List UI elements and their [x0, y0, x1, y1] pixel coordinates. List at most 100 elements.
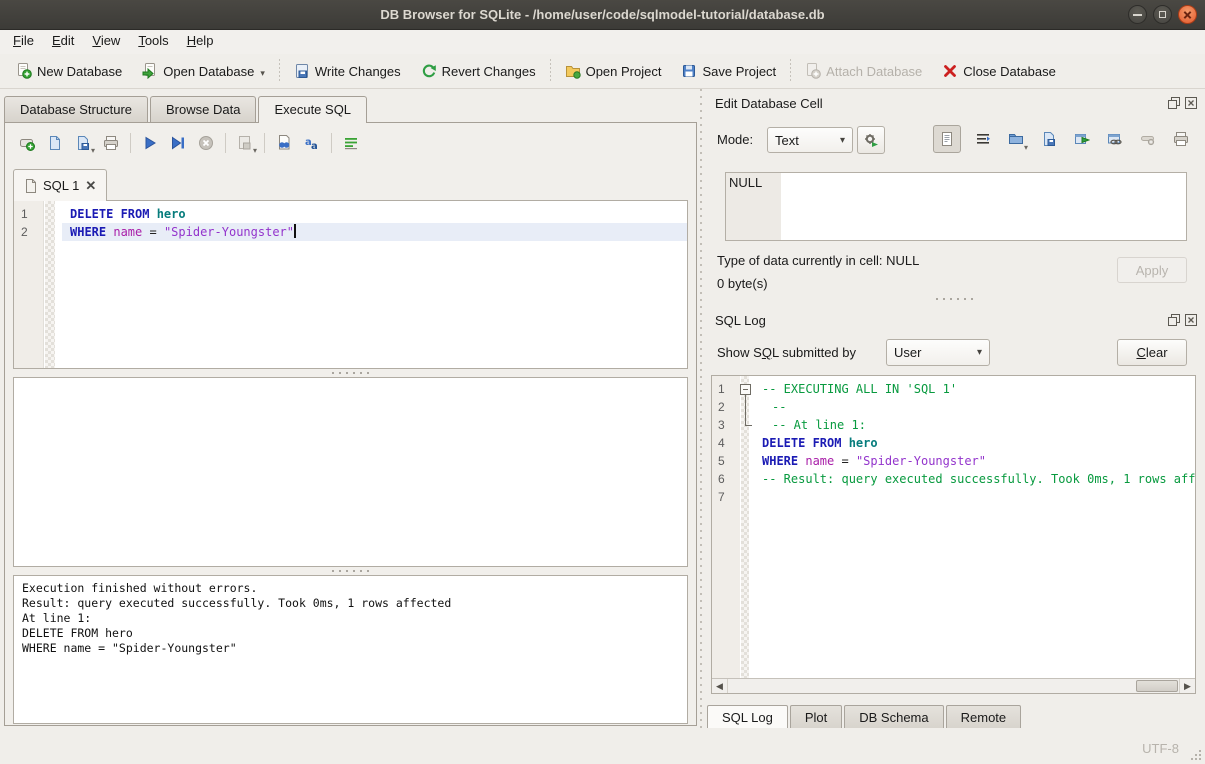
menubar: File Edit View Tools Help: [0, 30, 1205, 54]
execute-all-button[interactable]: [136, 130, 164, 156]
save-sql-file-button[interactable]: ▾: [69, 130, 97, 156]
edit-cell-title: Edit Database Cell: [715, 96, 823, 111]
new-database-button[interactable]: New Database: [6, 58, 132, 84]
close-panel-icon[interactable]: [1185, 314, 1197, 326]
open-sql-file-button[interactable]: [41, 130, 69, 156]
results-pane[interactable]: [13, 377, 688, 567]
maximize-icon[interactable]: [1153, 5, 1172, 24]
open-project-button[interactable]: Open Project: [555, 58, 672, 84]
close-icon[interactable]: [1178, 5, 1197, 24]
tab-database-structure[interactable]: Database Structure: [4, 96, 148, 122]
menu-edit[interactable]: Edit: [43, 30, 83, 54]
mode-select[interactable]: Text: [767, 127, 853, 153]
menu-tools[interactable]: Tools: [129, 30, 177, 54]
new-tab-icon: [19, 135, 35, 151]
tab-execute-sql[interactable]: Execute SQL: [258, 96, 367, 123]
close-sql-tab-icon[interactable]: [85, 178, 96, 194]
sql-log-title: SQL Log: [715, 313, 766, 328]
import-cell-data-button[interactable]: ▾: [1003, 126, 1029, 152]
print-cell-button[interactable]: [1168, 126, 1194, 152]
print-sql-button[interactable]: [97, 130, 125, 156]
sql-file-icon: [24, 179, 37, 193]
open-project-icon: [565, 63, 581, 79]
scroll-left-icon[interactable]: ◀: [712, 679, 728, 693]
minimize-icon[interactable]: [1128, 5, 1147, 24]
toolbar-separator: [550, 59, 551, 83]
copy-link-button[interactable]: [1102, 126, 1128, 152]
log-filter-label: Show SQL submitted by: [717, 345, 856, 360]
word-wrap-button[interactable]: [337, 130, 365, 156]
new-sql-tab-button[interactable]: [13, 130, 41, 156]
mode-label: Mode:: [717, 132, 753, 147]
toolbar-separator: [225, 133, 226, 153]
sql-editor[interactable]: 1DELETE FROM hero2WHERE name = "Spider-Y…: [13, 200, 688, 369]
editor-results-splitter[interactable]: [13, 370, 688, 376]
toolbar-separator: [790, 59, 791, 83]
find-replace-button[interactable]: [270, 130, 298, 156]
results-messages-splitter[interactable]: [13, 568, 688, 574]
app-window: DB Browser for SQLite - /home/user/code/…: [0, 0, 1205, 764]
attach-database-button: Attach Database: [795, 58, 932, 84]
sql-editor-code[interactable]: 1DELETE FROM hero2WHERE name = "Spider-Y…: [14, 201, 687, 368]
close-database-button[interactable]: Close Database: [932, 58, 1066, 84]
main-toolbar: New Database Open Database ▾ Write Chang…: [0, 54, 1205, 89]
save-project-button[interactable]: Save Project: [671, 58, 786, 84]
dock-splitter[interactable]: [705, 296, 1205, 302]
execution-messages[interactable]: Execution finished without errors.Result…: [13, 575, 688, 724]
menu-help[interactable]: Help: [178, 30, 223, 54]
scroll-right-icon[interactable]: ▶: [1179, 679, 1195, 693]
export-cell-data-button[interactable]: [1036, 126, 1062, 152]
sql-log-view[interactable]: 1-- EXECUTING ALL IN 'SQL 1'2--3-- At li…: [711, 375, 1196, 694]
auto-switch-icon: [863, 132, 879, 148]
titlebar[interactable]: DB Browser for SQLite - /home/user/code/…: [0, 0, 1205, 30]
save-project-icon: [681, 63, 697, 79]
toolbar-separator: [279, 59, 280, 83]
log-horizontal-scrollbar[interactable]: ◀ ▶: [712, 678, 1195, 693]
log-filter-select[interactable]: User: [886, 339, 990, 366]
set-null-button: [1135, 126, 1161, 152]
stop-icon: [198, 135, 214, 151]
clear-log-button[interactable]: Clear: [1117, 339, 1187, 366]
panel-splitter[interactable]: [697, 89, 705, 728]
text-mode-button[interactable]: [933, 125, 961, 153]
auto-format-button[interactable]: aa: [298, 130, 326, 156]
open-database-dropdown-icon[interactable]: ▾: [260, 68, 265, 79]
write-changes-button[interactable]: Write Changes: [284, 58, 411, 84]
scrollbar-thumb[interactable]: [1136, 680, 1178, 692]
toolbar-separator: [264, 133, 265, 153]
statusbar: UTF-8: [0, 728, 1205, 764]
open-database-button[interactable]: Open Database ▾: [132, 58, 275, 84]
open-sql-file-icon: [47, 135, 63, 151]
right-dock: Edit Database Cell Mode: Text ▾: [705, 89, 1205, 728]
cell-type-info: Type of data currently in cell: NULL: [717, 253, 919, 268]
close-database-icon: [942, 63, 958, 79]
sql-tab-label: SQL 1: [43, 178, 79, 193]
resize-grip[interactable]: [1189, 748, 1201, 760]
cell-value-editor[interactable]: NULL: [725, 172, 1187, 241]
execute-line-icon: [170, 135, 186, 151]
sql-editor-toolbar: ▾ ▾ aa: [13, 129, 365, 157]
sql-log-code[interactable]: 1-- EXECUTING ALL IN 'SQL 1'2--3-- At li…: [712, 376, 1195, 693]
auto-switch-mode-button[interactable]: [857, 126, 885, 154]
float-panel-icon[interactable]: [1168, 314, 1180, 326]
execute-line-button[interactable]: [164, 130, 192, 156]
stop-execution-button: [192, 130, 220, 156]
link-icon: [1107, 131, 1123, 147]
menu-file[interactable]: File: [4, 30, 43, 54]
save-cell-icon: [1041, 131, 1057, 147]
edit-cell-dock-controls: [1168, 97, 1197, 109]
revert-changes-button[interactable]: Revert Changes: [411, 58, 546, 84]
sql-tab-sql1[interactable]: SQL 1: [13, 169, 107, 201]
auto-format-icon: aa: [304, 135, 320, 151]
save-results-icon: [237, 135, 253, 151]
find-replace-icon: [276, 135, 292, 151]
save-sql-file-icon: [75, 135, 91, 151]
encoding-indicator[interactable]: UTF-8: [1142, 741, 1179, 756]
svg-text:a: a: [311, 141, 318, 151]
menu-view[interactable]: View: [83, 30, 129, 54]
open-in-external-button[interactable]: [1069, 126, 1095, 152]
cell-word-wrap-button[interactable]: [970, 126, 996, 152]
tab-browse-data[interactable]: Browse Data: [150, 96, 256, 122]
close-panel-icon[interactable]: [1185, 97, 1197, 109]
float-panel-icon[interactable]: [1168, 97, 1180, 109]
